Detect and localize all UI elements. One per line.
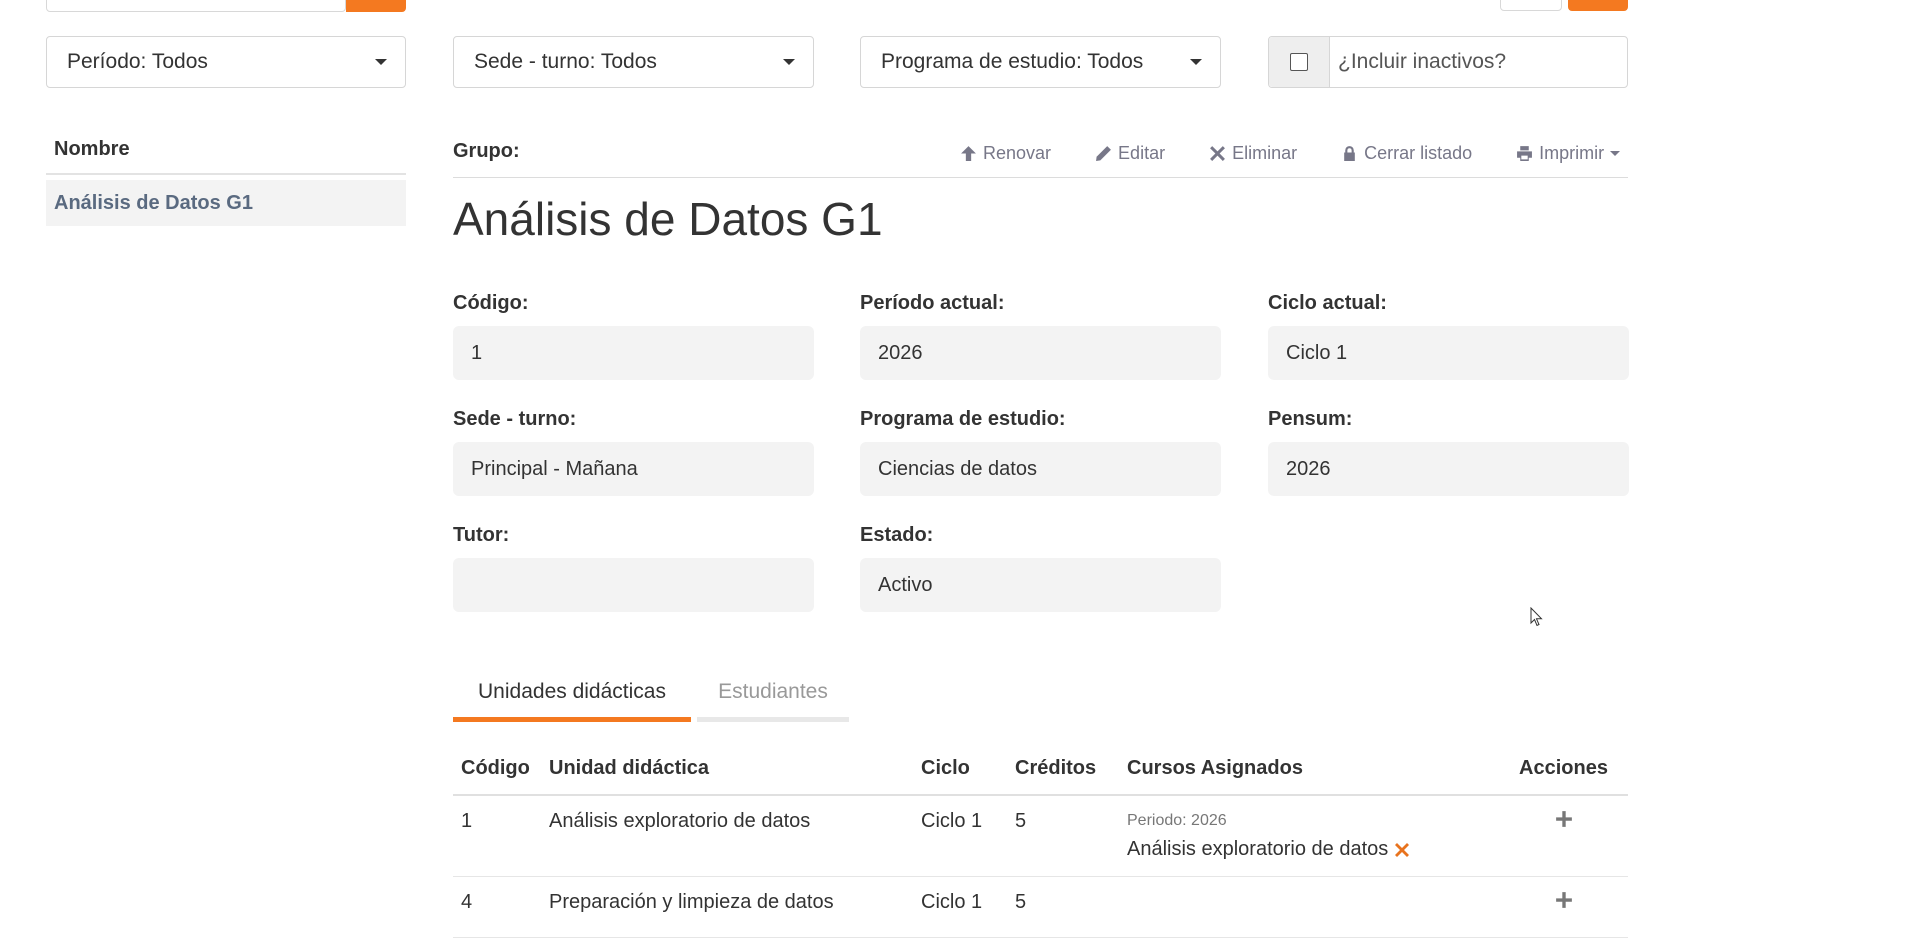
codigo-value: 1 — [453, 326, 814, 380]
table-header-row: Código Unidad didáctica Ciclo Créditos C… — [453, 742, 1628, 796]
imprimir-dropdown[interactable]: Imprimir — [1516, 143, 1621, 164]
cell-codigo: 4 — [461, 891, 473, 913]
cell-ciclo: Ciclo 1 — [921, 891, 983, 913]
table-row: 4 Preparación y limpieza de datos Ciclo … — [453, 877, 1628, 938]
tab-unidades-didacticas[interactable]: Unidades didácticas — [453, 666, 691, 722]
chevron-down-icon — [375, 59, 387, 65]
printer-icon — [1517, 146, 1533, 161]
chevron-down-icon — [1610, 151, 1621, 156]
cell-unidad: Análisis exploratorio de datos — [549, 810, 811, 832]
periodo-sublabel: Periodo: 2026 — [1127, 812, 1227, 829]
periodo-filter-select[interactable]: Período: Todos — [46, 36, 406, 88]
cerrar-listado-label: Cerrar listado — [1364, 143, 1473, 163]
table-row: 1 Análisis exploratorio de datos Ciclo 1… — [453, 796, 1628, 877]
periodo-actual-value: 2026 — [860, 326, 1221, 380]
imprimir-label: Imprimir — [1539, 143, 1605, 163]
tutor-label: Tutor: — [453, 524, 510, 546]
unidades-table: Código Unidad didáctica Ciclo Créditos C… — [453, 742, 1628, 938]
arrow-up-icon — [961, 146, 976, 161]
ciclo-actual-label: Ciclo actual: — [1268, 292, 1387, 314]
remove-course-icon[interactable] — [1394, 842, 1410, 858]
tab-estudiantes[interactable]: Estudiantes — [697, 666, 849, 722]
pencil-icon — [1096, 146, 1111, 161]
programa-value: Ciencias de datos — [860, 442, 1221, 496]
eliminar-label: Eliminar — [1232, 143, 1298, 163]
estado-value: Activo — [860, 558, 1221, 612]
assigned-course-name: Análisis exploratorio de datos — [1127, 838, 1389, 860]
pensum-label: Pensum: — [1268, 408, 1353, 430]
codigo-label: Código: — [453, 292, 529, 314]
close-icon — [1210, 146, 1226, 161]
th-codigo: Código — [461, 756, 530, 779]
sede-turno-filter-label: Sede - turno: Todos — [474, 50, 657, 73]
programa-filter-select[interactable]: Programa de estudio: Todos — [860, 36, 1221, 88]
chevron-down-icon — [783, 59, 795, 65]
list-header-nombre: Nombre — [46, 138, 406, 175]
periodo-filter-label: Período: Todos — [67, 50, 208, 73]
add-course-icon[interactable] — [1555, 891, 1573, 909]
incluir-inactivos-label: ¿Incluir inactivos? — [1338, 50, 1507, 73]
eliminar-button[interactable]: Eliminar — [1209, 143, 1297, 164]
editar-label: Editar — [1118, 143, 1166, 163]
programa-label: Programa de estudio: — [860, 408, 1066, 430]
cell-cursos: Periodo: 2026 Análisis exploratorio de d… — [1127, 796, 1499, 876]
cell-acciones — [1499, 877, 1628, 937]
ciclo-actual-value: Ciclo 1 — [1268, 326, 1629, 380]
incluir-inactivos-checkbox[interactable] — [1290, 53, 1308, 71]
top-search-button[interactable] — [346, 0, 406, 12]
lock-icon — [1344, 146, 1355, 161]
cell-ciclo: Ciclo 1 — [921, 810, 983, 832]
periodo-actual-label: Período actual: — [860, 292, 1005, 314]
estado-label: Estado: — [860, 524, 934, 546]
grupo-label: Grupo: — [453, 140, 520, 162]
add-course-icon[interactable] — [1555, 810, 1573, 828]
pensum-value: 2026 — [1268, 442, 1629, 496]
toolbar-divider — [453, 177, 1628, 178]
th-acciones: Acciones — [1519, 756, 1608, 779]
chevron-down-icon — [1190, 59, 1202, 65]
incluir-inactivos-addon[interactable] — [1269, 37, 1330, 87]
tutor-value — [453, 558, 814, 612]
cell-unidad: Preparación y limpieza de datos — [549, 891, 834, 913]
editar-button[interactable]: Editar — [1095, 143, 1165, 164]
programa-filter-label: Programa de estudio: Todos — [881, 50, 1144, 73]
renovar-button[interactable]: Renovar — [960, 143, 1051, 164]
page-title: Análisis de Datos G1 — [453, 193, 883, 245]
cell-acciones — [1499, 796, 1628, 876]
th-cursos: Cursos Asignados — [1127, 756, 1303, 779]
cell-creditos: 5 — [1015, 891, 1027, 913]
detail-toolbar: Renovar Editar Eliminar Cerrar listado I… — [960, 143, 1621, 164]
cell-codigo: 1 — [461, 810, 473, 832]
cell-cursos — [1127, 877, 1499, 937]
th-creditos: Créditos — [1015, 756, 1097, 779]
incluir-inactivos-group: ¿Incluir inactivos? — [1268, 36, 1628, 88]
sede-turno-label: Sede - turno: — [453, 408, 577, 430]
assigned-course: Análisis exploratorio de datos — [1127, 838, 1499, 861]
top-secondary-button[interactable] — [1500, 0, 1562, 11]
list-item[interactable]: Análisis de Datos G1 — [46, 180, 406, 226]
cerrar-listado-button[interactable]: Cerrar listado — [1341, 143, 1472, 164]
th-unidad: Unidad didáctica — [549, 756, 710, 779]
renovar-label: Renovar — [983, 143, 1052, 163]
th-ciclo: Ciclo — [921, 756, 970, 779]
top-search-input[interactable] — [46, 0, 346, 12]
sede-turno-filter-select[interactable]: Sede - turno: Todos — [453, 36, 814, 88]
sede-turno-value: Principal - Mañana — [453, 442, 814, 496]
mouse-cursor-icon — [1530, 607, 1543, 627]
top-primary-button[interactable] — [1568, 0, 1628, 11]
cell-creditos: 5 — [1015, 810, 1027, 832]
